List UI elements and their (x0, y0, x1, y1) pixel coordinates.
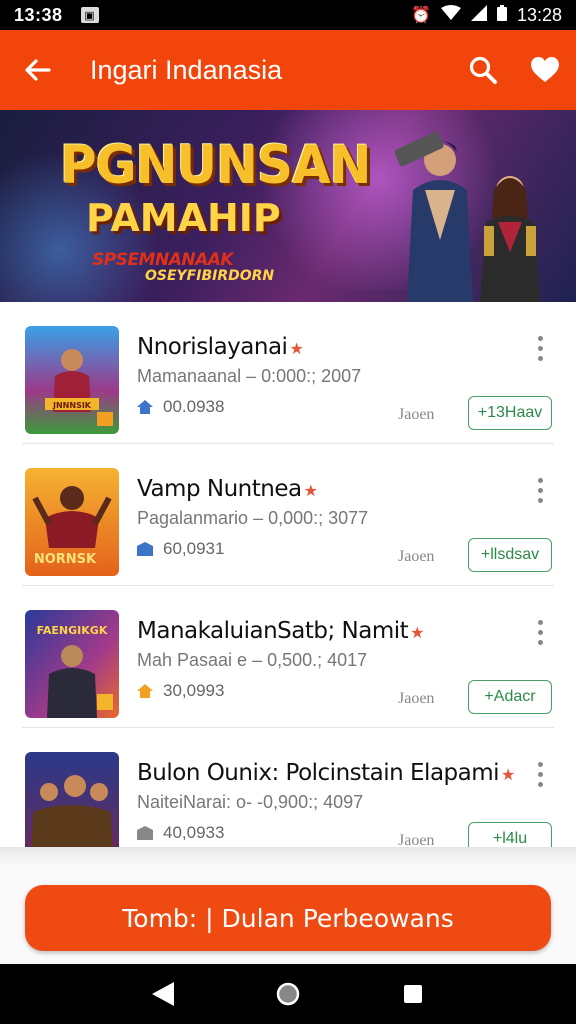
home-icon (137, 400, 153, 414)
status-bar: 13:38 ▣ ⏰ 13:28 (0, 0, 576, 30)
install-button[interactable]: +llsdsav (468, 538, 552, 572)
app-name: Bulon Ounix: Polcinstain Elapami ★ (137, 760, 515, 786)
app-meta: Pagalanmario – 0,000:; 3077 (137, 508, 369, 528)
svg-text:FAENGIKGK: FAENGIKGK (37, 624, 108, 637)
list-item[interactable]: FAENGIKGK ManakaluianSatb; Namit ★ Mah Pa… (22, 586, 554, 728)
system-nav-bar (0, 964, 576, 1024)
download-icon (137, 542, 153, 556)
banner-tagline-small: OSEYFIBIRDORN (145, 268, 275, 284)
app-count: 60,0931 (137, 539, 224, 559)
page-title: Ingari Indanasia (90, 54, 283, 85)
search-icon (469, 56, 497, 84)
app-meta: Mah Pasaai e – 0,500.; 4017 (137, 650, 368, 670)
app-language: Jaoen (398, 548, 435, 565)
app-count: 30,0993 (137, 681, 224, 701)
heart-icon (531, 57, 559, 82)
promo-banner[interactable]: PGNUNSAN PAMAHIP SPSEMNANAAK OSEYFIBIRDO… (0, 110, 576, 302)
circle-home-icon (276, 982, 300, 1006)
more-options-button[interactable] (536, 762, 544, 787)
svg-text:JNNNSIK: JNNNSIK (52, 401, 92, 410)
app-count: 00.0938 (137, 397, 224, 417)
signal-icon (470, 4, 487, 26)
status-time-right: 13:28 (516, 4, 562, 25)
svg-text:NORNSK: NORNSK (34, 552, 97, 567)
nav-home-button[interactable] (268, 974, 308, 1014)
wifi-icon (440, 4, 461, 26)
square-recents-icon (404, 985, 423, 1003)
app-thumbnail: NORNSK (25, 468, 119, 576)
primary-cta-button[interactable]: Tomb: | Dulan Perbeowans (25, 885, 551, 951)
more-options-button[interactable] (536, 620, 544, 645)
app-language: Jaoen (398, 690, 435, 707)
arrow-left-icon (25, 59, 51, 81)
app-thumbnail: FAENGIKGK (25, 610, 119, 718)
status-icons: ⏰ 13:28 (411, 4, 562, 26)
banner-headline: PGNUNSAN (60, 134, 372, 196)
list-item[interactable]: Bulon Ounix: Polcinstain Elapami ★ Naitei… (22, 728, 554, 847)
banner-tagline: SPSEMNANAAK (92, 250, 234, 270)
list-item[interactable]: NORNSK Vamp Nuntnea ★ Pagalanmario – 0,00… (22, 444, 554, 586)
app-meta: Mamanaanal – 0:000:; 2007 (137, 366, 362, 386)
app-name: Nnorislayanai ★ (137, 334, 304, 360)
app-bar: Ingari Indanasia (0, 30, 576, 110)
banner-subheadline: PAMAHIP (86, 196, 281, 240)
more-options-button[interactable] (536, 336, 544, 361)
install-button[interactable]: +l4lu (468, 822, 552, 847)
favorite-button[interactable] (514, 57, 576, 83)
app-thumbnail (25, 752, 119, 847)
install-button[interactable]: +Adacr (468, 680, 552, 714)
alarm-icon: ⏰ (411, 7, 431, 24)
heroine-illustration (480, 176, 540, 302)
nav-back-button[interactable] (143, 974, 183, 1014)
triangle-back-icon (151, 982, 174, 1006)
app-language: Jaoen (398, 832, 435, 847)
app-count: 40,0933 (137, 823, 224, 843)
image-notification-icon: ▣ (80, 7, 99, 23)
download-icon (137, 826, 153, 840)
app-name: ManakaluianSatb; Namit ★ (137, 618, 424, 644)
more-options-button[interactable] (536, 478, 544, 503)
back-button[interactable] (0, 58, 74, 82)
star-icon: ★ (410, 623, 424, 642)
app-thumbnail: JNNNSIK (25, 326, 119, 434)
home-icon (137, 684, 153, 698)
list-item[interactable]: JNNNSIK Nnorislayanai ★ Mamanaanal – 0:00… (22, 302, 554, 444)
star-icon: ★ (303, 481, 318, 500)
status-time: 13:38 (14, 4, 63, 25)
install-button[interactable]: +13Haav (468, 396, 552, 430)
search-button[interactable] (452, 55, 514, 85)
app-list: JNNNSIK Nnorislayanai ★ Mamanaanal – 0:00… (0, 302, 576, 847)
star-icon: ★ (289, 339, 304, 358)
app-meta: NaiteiNarai: o- -0,900:; 4097 (137, 792, 364, 812)
bottom-action-area: Tomb: | Dulan Perbeowans (0, 847, 576, 964)
app-language: Jaoen (398, 406, 435, 423)
battery-icon (496, 4, 507, 26)
app-name: Vamp Nuntnea ★ (137, 476, 318, 502)
nav-recents-button[interactable] (393, 974, 433, 1014)
star-icon: ★ (501, 765, 515, 784)
